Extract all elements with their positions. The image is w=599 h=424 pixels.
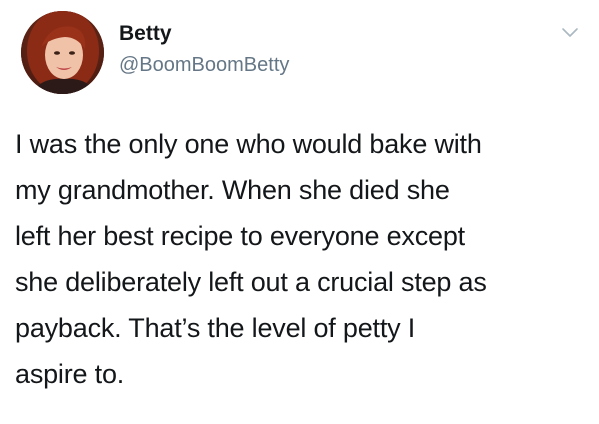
tweet-text: I was the only one who would bake with m… xyxy=(15,121,585,397)
tweet-text-line: left her best recipe to everyone except xyxy=(15,221,465,251)
tweet-text-line: she deliberately left out a crucial step… xyxy=(15,267,487,297)
display-name[interactable]: Betty xyxy=(119,22,172,46)
tweet-text-line: I was the only one who would bake with xyxy=(15,129,482,159)
tweet-text-line: aspire to. xyxy=(15,359,125,389)
tweet-text-line: my grandmother. When she died she xyxy=(15,175,450,205)
tweet-text-line: payback. That’s the level of petty I xyxy=(15,313,416,343)
profile-photo-icon xyxy=(21,11,104,94)
avatar[interactable] xyxy=(21,11,104,94)
tweet-card: Betty @BoomBoomBetty I was the only one … xyxy=(0,0,599,424)
username-handle[interactable]: @BoomBoomBetty xyxy=(119,54,289,77)
chevron-down-icon[interactable] xyxy=(560,26,580,40)
